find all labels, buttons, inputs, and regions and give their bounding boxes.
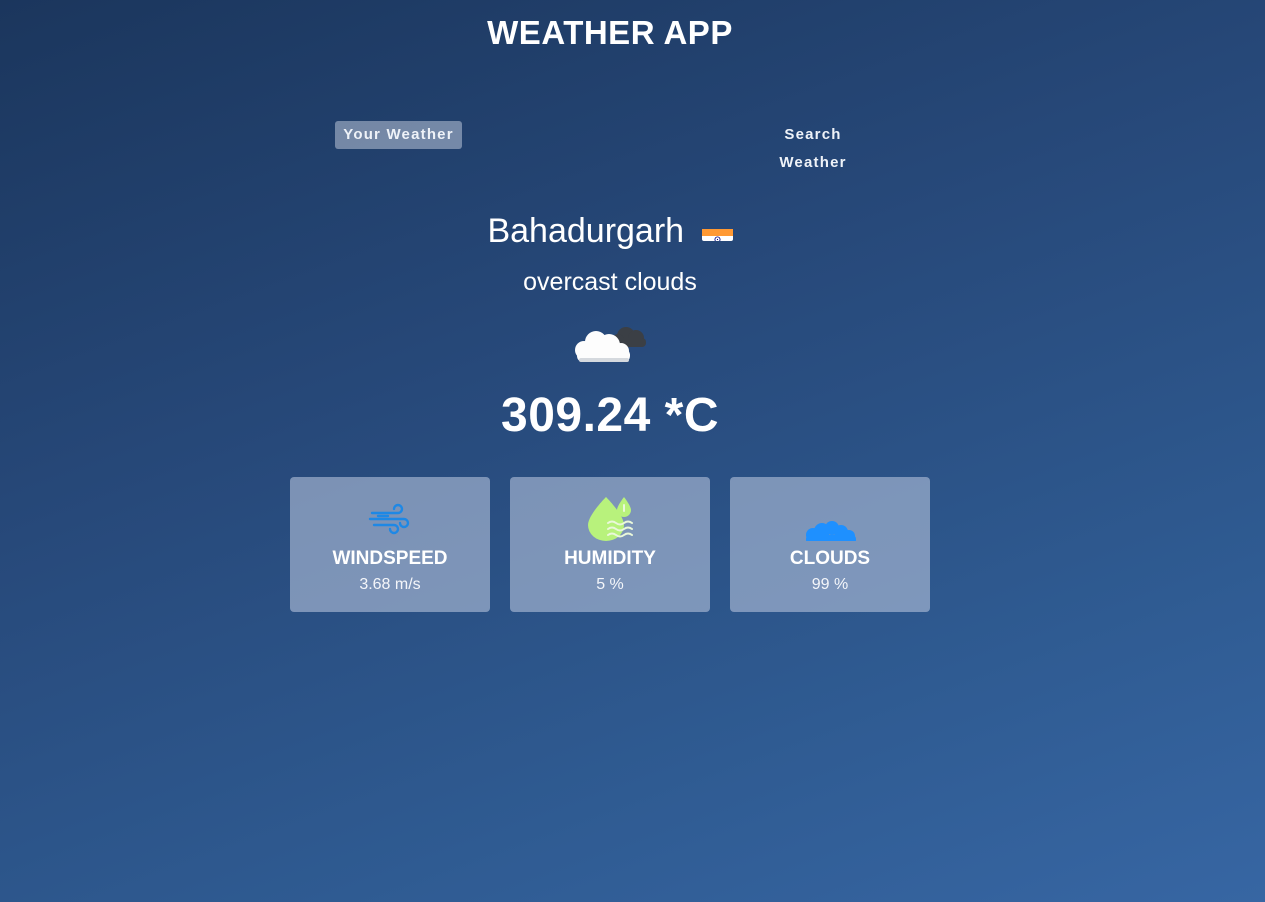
humidity-label: HUMIDITY xyxy=(564,548,656,569)
humidity-card: HUMIDITY 5 % xyxy=(510,477,710,612)
windspeed-label: WINDSPEED xyxy=(332,548,448,569)
clouds-label: CLOUDS xyxy=(789,548,871,569)
clouds-card: CLOUDS 99 % xyxy=(730,477,930,612)
weather-description: overcast clouds xyxy=(523,268,697,296)
clouds-value: 99 % xyxy=(811,576,849,593)
humidity-icon xyxy=(510,497,710,541)
tab-search-weather[interactable]: Search Weather xyxy=(741,121,885,171)
city-name: Bahadurgarh xyxy=(487,212,685,250)
app-title: WEATHER APP xyxy=(487,14,733,51)
humidity-value: 5 % xyxy=(596,576,624,593)
city-heading: Bahadurgarh xyxy=(0,212,1220,251)
temperature-value: 309.24 *C xyxy=(501,389,719,442)
clouds-icon xyxy=(730,497,930,544)
windspeed-value: 3.68 m/s xyxy=(359,576,421,593)
windspeed-card: WINDSPEED 3.68 m/s xyxy=(290,477,490,612)
flag-india-icon xyxy=(701,220,733,241)
wind-icon xyxy=(290,497,490,541)
overcast-clouds-icon xyxy=(571,318,651,366)
tab-your-weather[interactable]: Your Weather xyxy=(335,121,462,149)
